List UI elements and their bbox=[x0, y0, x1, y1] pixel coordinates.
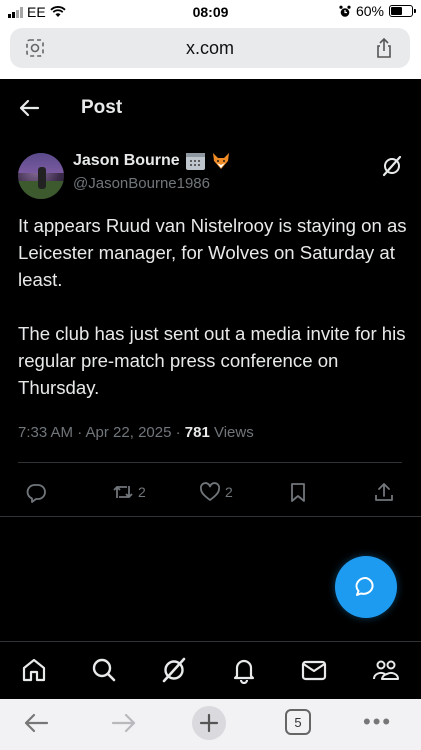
author-info[interactable]: Jason Bourne @JasonBourne1986 bbox=[73, 152, 231, 192]
reply-icon bbox=[26, 484, 46, 503]
battery-status: 60% bbox=[339, 3, 416, 19]
battery-percent: 60% bbox=[355, 3, 384, 19]
like-icon bbox=[199, 482, 221, 501]
forward-icon[interactable] bbox=[110, 709, 138, 737]
author-name[interactable]: Jason Bourne bbox=[73, 152, 180, 170]
battery-icon bbox=[389, 5, 416, 17]
home-icon bbox=[22, 658, 46, 682]
views-label: Views bbox=[209, 424, 254, 441]
browser-address-bar: x.com bbox=[0, 24, 421, 79]
divider bbox=[0, 516, 421, 517]
share-page-icon[interactable] bbox=[373, 37, 395, 59]
views-count: 781 bbox=[184, 424, 210, 441]
avatar[interactable] bbox=[18, 153, 64, 199]
post-paragraph: It appears Ruud van Nistelrooy is stayin… bbox=[18, 215, 407, 290]
compose-message-icon bbox=[355, 577, 374, 596]
tab-messages[interactable] bbox=[300, 656, 328, 684]
compose-message-button[interactable] bbox=[335, 556, 397, 618]
bookmark-icon bbox=[291, 483, 305, 502]
tab-grok[interactable] bbox=[160, 656, 188, 684]
fox-icon bbox=[212, 153, 229, 169]
tabs-icon[interactable]: 5 bbox=[285, 709, 311, 735]
calendar-icon bbox=[185, 152, 205, 170]
like-button[interactable]: 2 bbox=[199, 481, 233, 503]
more-icon[interactable]: ••• bbox=[363, 711, 392, 733]
share-icon bbox=[375, 483, 393, 501]
notifications-icon bbox=[233, 659, 255, 685]
bookmark-button[interactable] bbox=[287, 481, 309, 503]
divider bbox=[18, 462, 402, 463]
url-field[interactable]: x.com bbox=[10, 28, 410, 68]
alarm-icon bbox=[339, 5, 351, 17]
tab-communities[interactable] bbox=[372, 656, 400, 684]
messages-icon bbox=[301, 660, 327, 681]
back-icon[interactable] bbox=[22, 709, 50, 737]
url-text: x.com bbox=[185, 38, 234, 58]
page-title: Post bbox=[81, 97, 123, 118]
tab-home[interactable] bbox=[20, 656, 48, 684]
grok-icon[interactable] bbox=[381, 155, 403, 177]
browser-toolbar: 5 ••• bbox=[0, 699, 421, 750]
like-count: 2 bbox=[225, 484, 233, 500]
author-handle[interactable]: @JasonBourne1986 bbox=[73, 175, 231, 192]
action-bar: 2 2 bbox=[0, 475, 421, 515]
bottom-tab-bar bbox=[0, 641, 421, 699]
retweet-icon bbox=[113, 486, 133, 498]
back-arrow-icon[interactable] bbox=[18, 97, 40, 119]
share-button[interactable] bbox=[373, 481, 395, 503]
tab-search[interactable] bbox=[90, 656, 118, 684]
status-bar: EE 08:09 60% bbox=[0, 0, 421, 24]
post-text: It appears Ruud van Nistelrooy is stayin… bbox=[18, 212, 408, 401]
post-meta: 7:33 AM · Apr 22, 2025 · 781 Views bbox=[18, 424, 254, 441]
search-icon bbox=[92, 658, 116, 682]
reply-button[interactable] bbox=[25, 481, 47, 503]
communities-icon bbox=[372, 660, 400, 680]
post-paragraph: The club has just sent out a media invit… bbox=[18, 323, 406, 398]
timestamp[interactable]: 7:33 AM · Apr 22, 2025 · bbox=[18, 424, 185, 441]
grok-icon bbox=[162, 657, 186, 683]
tab-notifications[interactable] bbox=[230, 656, 258, 685]
new-tab-icon bbox=[199, 713, 219, 733]
author-name-row[interactable]: Jason Bourne bbox=[73, 152, 231, 170]
retweet-count: 2 bbox=[138, 484, 146, 500]
post-header: Post bbox=[0, 79, 421, 137]
new-tab-button[interactable] bbox=[192, 706, 226, 740]
retweet-button[interactable]: 2 bbox=[112, 481, 146, 503]
